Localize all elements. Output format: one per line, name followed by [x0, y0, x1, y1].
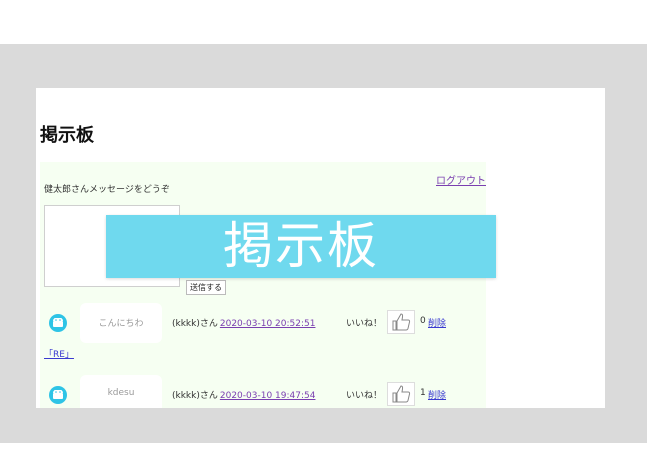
post-author: (kkkk)さん [172, 391, 218, 401]
delete-link[interactable]: 削除 [428, 316, 446, 329]
reply-link[interactable]: 「RE」 [44, 347, 74, 360]
post-message: kdesu [107, 388, 135, 398]
page-title: 掲示板 [40, 125, 94, 146]
thumbs-up-icon [392, 313, 411, 331]
post-item: こんにちわ (kkkk)さん 2020-03-10 20:52:51 いいね！ 0… [40, 303, 486, 343]
like-button[interactable] [387, 382, 415, 406]
message-bubble: kdesu [80, 375, 162, 408]
post-author: (kkkk)さん [172, 319, 218, 329]
message-bubble: こんにちわ [80, 303, 162, 343]
delete-link[interactable]: 削除 [428, 388, 446, 401]
post-item: kdesu (kkkk)さん 2020-03-10 19:47:54 いいね！ 1… [40, 375, 486, 408]
like-button[interactable] [387, 310, 415, 334]
thumbs-up-icon [392, 385, 411, 403]
logout-link[interactable]: ログアウト [436, 172, 486, 187]
title-overlay-banner: 掲示板 [106, 215, 496, 278]
bottom-strip [0, 443, 647, 460]
post-date-link[interactable]: 2020-03-10 20:52:51 [220, 319, 316, 329]
avatar [49, 314, 67, 332]
send-button[interactable]: 送信する [186, 280, 226, 295]
like-count: 0 [420, 316, 426, 326]
top-strip [0, 0, 647, 44]
post-date-link[interactable]: 2020-03-10 19:47:54 [220, 391, 316, 401]
post-meta: (kkkk)さん 2020-03-10 19:47:54 [172, 388, 315, 401]
like-count: 1 [420, 388, 426, 398]
android-robot-icon [53, 318, 63, 327]
avatar [49, 386, 67, 404]
post-meta: (kkkk)さん 2020-03-10 20:52:51 [172, 316, 315, 329]
like-label: いいね！ [346, 319, 383, 329]
message-board: ログアウト 健太郎さんメッセージをどうぞ 送信する こんにちわ (kkkk)さん… [40, 162, 486, 408]
post-message: こんにちわ [98, 319, 144, 329]
welcome-message: 健太郎さんメッセージをどうぞ [44, 185, 170, 195]
like-label: いいね！ [346, 391, 383, 401]
overlay-title: 掲示板 [223, 217, 379, 275]
android-robot-icon [53, 390, 63, 399]
